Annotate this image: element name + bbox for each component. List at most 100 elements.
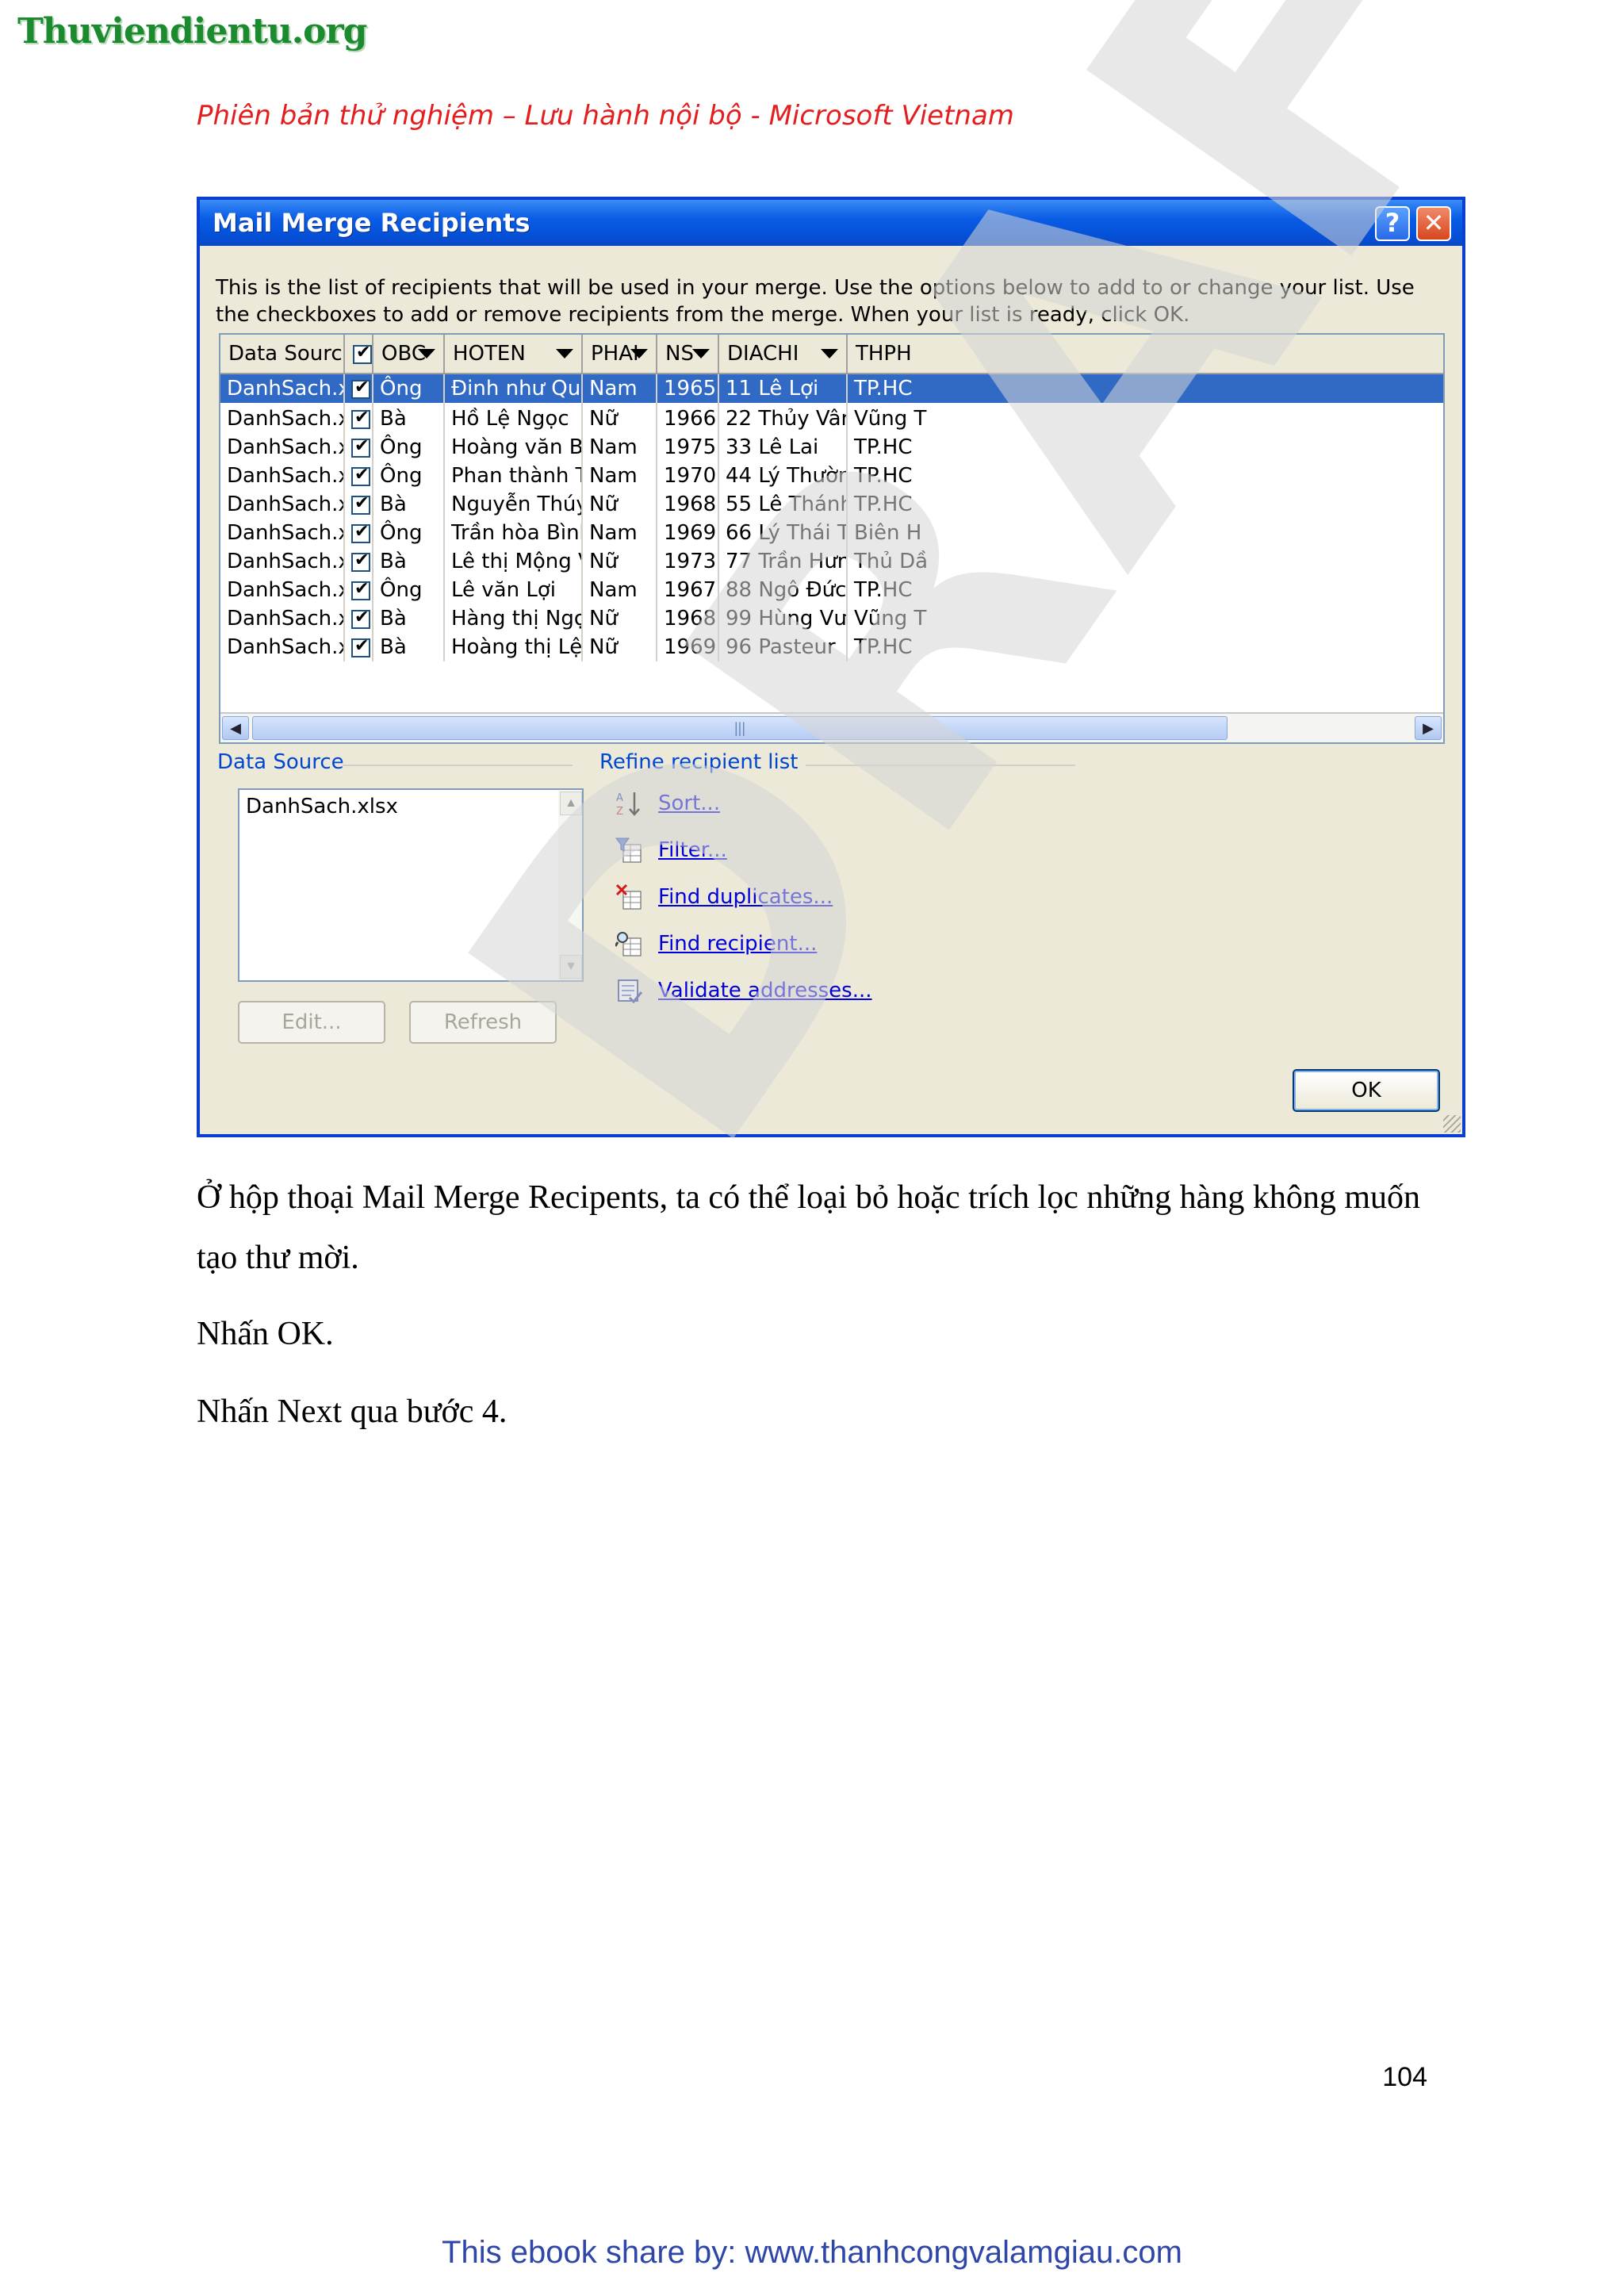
include-checkbox[interactable]	[351, 608, 370, 629]
cell-obc: Ông	[373, 576, 445, 604]
cell-hoten: Trần hòa Bình	[444, 519, 583, 547]
cell-hoten: Đinh như Quí	[444, 373, 583, 404]
dropdown-arrow-icon[interactable]	[418, 349, 435, 358]
cell-hoten: Lê văn Lợi	[444, 576, 583, 604]
cell-checkbox[interactable]	[344, 373, 373, 404]
dropdown-arrow-icon[interactable]	[556, 349, 573, 358]
filter-link-row[interactable]: Filter...	[615, 837, 727, 864]
filter-link[interactable]: Filter...	[658, 838, 727, 862]
include-checkbox[interactable]	[351, 579, 370, 600]
resize-grip-icon[interactable]	[1443, 1115, 1461, 1133]
cell-checkbox[interactable]	[344, 462, 373, 490]
vertical-scrollbar[interactable]: ▲ ▼	[558, 790, 582, 980]
cell-data-source: DanhSach.xlsx	[220, 633, 345, 661]
select-all-checkbox[interactable]	[353, 343, 371, 364]
cell-phai: Nam	[582, 576, 657, 604]
scroll-right-button[interactable]: ▶	[1415, 716, 1442, 740]
column-header-obc[interactable]: OBC	[373, 335, 445, 374]
cell-phai: Nữ	[582, 604, 657, 633]
find-duplicates-link-row[interactable]: Find duplicates...	[615, 884, 833, 910]
help-button[interactable]: ?	[1375, 206, 1410, 241]
include-checkbox[interactable]	[351, 465, 370, 486]
cell-diachi: 33 Lê Lai	[718, 433, 848, 462]
cell-checkbox[interactable]	[344, 433, 373, 462]
body-paragraph: Nhấn OK.	[197, 1316, 334, 1352]
table-row[interactable]: DanhSach.xlsx ÔngĐinh như QuíNam196511 Lê…	[220, 373, 1443, 404]
cell-obc: Ông	[373, 373, 445, 404]
column-header-phai[interactable]: PHAI	[582, 335, 657, 374]
table-row[interactable]: DanhSach.xlsx BàHàng thị Ngọc HàNữ196899 …	[220, 604, 1443, 633]
cell-checkbox[interactable]	[344, 519, 373, 547]
cell-data-source: DanhSach.xlsx	[220, 519, 345, 547]
cell-checkbox[interactable]	[344, 633, 373, 661]
table-row[interactable]: DanhSach.xlsx ÔngHoàng văn BìnhNam197533 …	[220, 433, 1443, 462]
column-header-checkbox[interactable]	[344, 335, 373, 374]
include-checkbox[interactable]	[351, 636, 370, 657]
cell-diachi: 22 Thủy Vân	[718, 404, 848, 433]
column-header-thph[interactable]: THPH	[847, 335, 1443, 374]
sort-link[interactable]: Sort...	[658, 792, 720, 815]
cell-checkbox[interactable]	[344, 404, 373, 433]
data-source-item[interactable]: DanhSach.xlsx	[246, 795, 398, 818]
table-row[interactable]: DanhSach.xlsx ÔngLê văn LợiNam196788 Ngô …	[220, 576, 1443, 604]
refresh-button[interactable]: Refresh	[409, 1001, 557, 1044]
column-header-ns[interactable]: NS	[657, 335, 719, 374]
find-duplicates-icon	[615, 884, 642, 910]
include-checkbox[interactable]	[351, 378, 370, 399]
cell-thph: Vũng T	[847, 404, 1443, 433]
cell-ns: 1973	[657, 547, 719, 576]
table-row[interactable]: DanhSach.xlsx BàHoàng thị Lệ TườngNữ19699…	[220, 633, 1443, 661]
include-checkbox[interactable]	[351, 493, 370, 515]
table-row[interactable]: DanhSach.xlsx BàNguyễn Thúy HồngNữ196855 …	[220, 490, 1443, 519]
cell-thph: Biên H	[847, 519, 1443, 547]
scrollbar-thumb[interactable]: |||	[252, 716, 1228, 740]
cell-checkbox[interactable]	[344, 604, 373, 633]
cell-ns: 1970	[657, 462, 719, 490]
cell-thph: TP.HC	[847, 462, 1443, 490]
horizontal-scrollbar[interactable]: ◀ ||| ▶	[220, 712, 1443, 742]
table-row[interactable]: DanhSach.xlsx BàLê thị Mộng VânNữ197377 T…	[220, 547, 1443, 576]
table-row[interactable]: DanhSach.xlsx ÔngPhan thành TâmNam197044 …	[220, 462, 1443, 490]
find-recipient-link[interactable]: Find recipient...	[658, 932, 817, 956]
validate-addresses-link[interactable]: Validate addresses...	[658, 979, 872, 1002]
ok-button[interactable]: OK	[1293, 1069, 1440, 1112]
cell-obc: Ông	[373, 462, 445, 490]
dropdown-arrow-icon[interactable]	[692, 349, 710, 358]
dropdown-arrow-icon[interactable]	[630, 349, 648, 358]
cell-phai: Nữ	[582, 490, 657, 519]
include-checkbox[interactable]	[351, 436, 370, 458]
cell-data-source: DanhSach.xlsx	[220, 490, 345, 519]
cell-ns: 1969	[657, 519, 719, 547]
cell-obc: Bà	[373, 404, 445, 433]
find-recipient-link-row[interactable]: Find recipient...	[615, 930, 817, 957]
cell-checkbox[interactable]	[344, 576, 373, 604]
include-checkbox[interactable]	[351, 522, 370, 543]
sort-link-row[interactable]: A Z Sort...	[615, 790, 720, 818]
include-checkbox[interactable]	[351, 550, 370, 572]
cell-checkbox[interactable]	[344, 547, 373, 576]
cell-data-source: DanhSach.xlsx	[220, 576, 345, 604]
table-row[interactable]: DanhSach.xlsx ÔngTrần hòa BìnhNam196966 L…	[220, 519, 1443, 547]
edit-button[interactable]: Edit...	[238, 1001, 385, 1044]
dropdown-arrow-icon[interactable]	[821, 349, 838, 358]
find-duplicates-link[interactable]: Find duplicates...	[658, 885, 833, 909]
cell-thph: TP.HC	[847, 433, 1443, 462]
table-row[interactable]: DanhSach.xlsx BàHồ Lệ NgọcNữ196622 Thủy V…	[220, 404, 1443, 433]
scroll-down-button[interactable]: ▼	[560, 955, 582, 979]
cell-checkbox[interactable]	[344, 490, 373, 519]
cell-phai: Nam	[582, 373, 657, 404]
validate-addresses-link-row[interactable]: Validate addresses...	[615, 977, 872, 1004]
column-header-data-source[interactable]: Data Source	[220, 335, 345, 374]
close-button[interactable]: ✕	[1416, 206, 1451, 241]
cell-hoten: Phan thành Tâm	[444, 462, 583, 490]
section-divider	[806, 765, 1075, 766]
include-checkbox[interactable]	[351, 408, 370, 429]
recipients-grid[interactable]: Data Source OBC HOTEN PHAI NS DIACHI THP…	[219, 333, 1445, 744]
column-header-diachi[interactable]: DIACHI	[718, 335, 848, 374]
cell-thph: TP.HC	[847, 633, 1443, 661]
data-source-list[interactable]: DanhSach.xlsx ▲ ▼	[238, 788, 584, 982]
column-header-hoten[interactable]: HOTEN	[444, 335, 583, 374]
scroll-left-button[interactable]: ◀	[222, 716, 249, 740]
cell-thph: Thủ Dầ	[847, 547, 1443, 576]
scroll-up-button[interactable]: ▲	[560, 792, 582, 815]
